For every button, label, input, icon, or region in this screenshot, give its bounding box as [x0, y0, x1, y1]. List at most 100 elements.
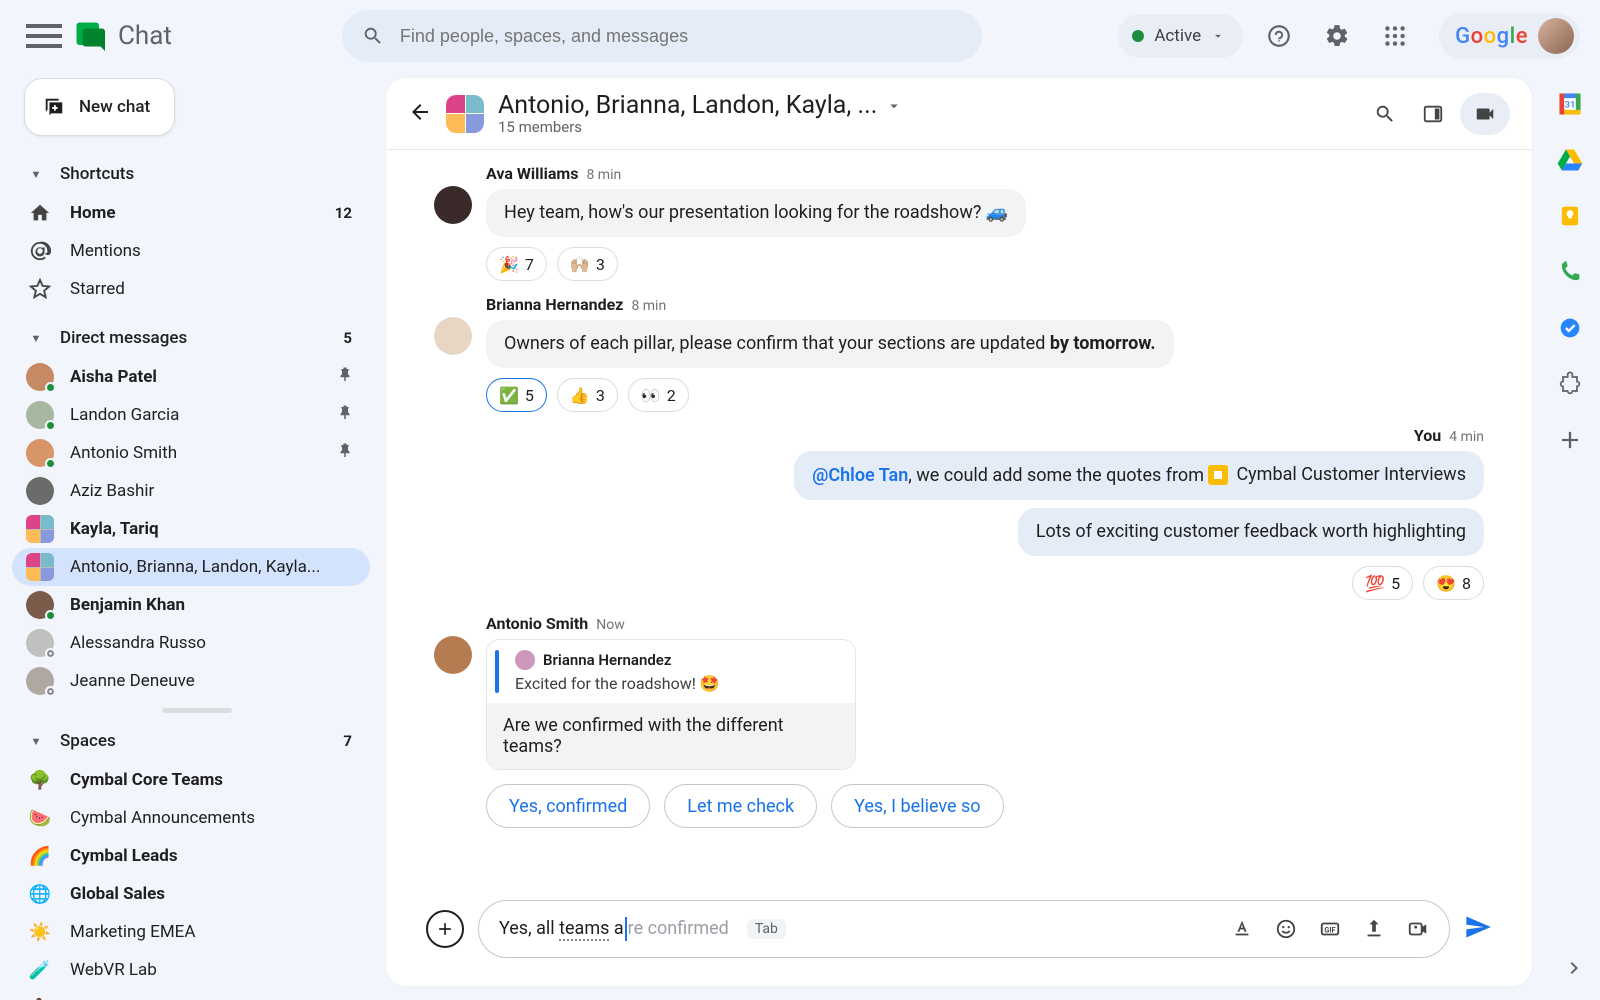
- resize-handle[interactable]: [162, 708, 232, 713]
- gear-icon: [1324, 23, 1350, 49]
- svg-text:GIF: GIF: [1324, 926, 1335, 935]
- dm-item[interactable]: Landon Garcia: [12, 396, 370, 434]
- settings-button[interactable]: [1315, 14, 1359, 58]
- dm-item[interactable]: Benjamin Khan: [12, 586, 370, 624]
- compose-text: Yes, all teams are confirmed: [499, 917, 729, 941]
- avatar: [26, 515, 54, 543]
- dm-item[interactable]: Antonio Smith: [12, 434, 370, 472]
- get-addons[interactable]: [1556, 426, 1584, 454]
- reaction-count: 5: [1391, 574, 1400, 593]
- message-bubble: Owners of each pillar, please confirm th…: [486, 320, 1174, 368]
- addons-app[interactable]: [1556, 370, 1584, 398]
- reaction[interactable]: 💯5: [1352, 566, 1413, 600]
- message-sender: You4 min: [1414, 426, 1484, 445]
- dm-item[interactable]: Jeanne Deneuve: [12, 662, 370, 700]
- space-item[interactable]: ☀️ Marketing EMEA: [12, 913, 370, 951]
- space-label: Marketing EMEA: [70, 922, 358, 942]
- add-attachment-button[interactable]: [426, 910, 464, 948]
- reaction-emoji: 🎉: [499, 255, 519, 274]
- drive-app[interactable]: [1556, 146, 1584, 174]
- reaction-count: 5: [525, 386, 534, 405]
- format-button[interactable]: [1225, 912, 1259, 946]
- app-logo: Chat: [72, 18, 172, 54]
- tasks-app[interactable]: [1556, 314, 1584, 342]
- search-icon: [1374, 103, 1396, 125]
- emoji-button[interactable]: [1269, 912, 1303, 946]
- file-chip[interactable]: Cymbal Customer Interviews: [1208, 462, 1466, 488]
- space-item[interactable]: 🌳Cymbal Core Teams: [12, 761, 370, 799]
- section-shortcuts[interactable]: ▼ Shortcuts: [12, 154, 370, 194]
- section-dms[interactable]: ▼ Direct messages 5: [12, 318, 370, 358]
- avatar: [434, 186, 472, 224]
- reaction[interactable]: ✅5: [486, 378, 547, 412]
- dm-label: Aisha Patel: [70, 367, 336, 387]
- reaction-count: 7: [525, 255, 534, 274]
- reaction[interactable]: 😍8: [1423, 566, 1484, 600]
- help-button[interactable]: [1257, 14, 1301, 58]
- apps-grid-icon: [1382, 23, 1408, 49]
- mention[interactable]: @Chloe Tan: [812, 465, 908, 486]
- reaction[interactable]: 🙌🏼3: [557, 247, 618, 281]
- space-emoji: 🧪: [26, 960, 54, 981]
- back-button[interactable]: [408, 100, 432, 128]
- space-item[interactable]: 🌈Cymbal Leads: [12, 837, 370, 875]
- new-chat-button[interactable]: New chat: [24, 78, 175, 136]
- reaction-count: 3: [596, 255, 605, 274]
- account-badge[interactable]: Google: [1439, 13, 1580, 59]
- reaction[interactable]: 👀2: [628, 378, 689, 412]
- send-button[interactable]: [1464, 913, 1492, 945]
- video-icon: [1474, 103, 1496, 125]
- avatar: [26, 667, 54, 695]
- space-item[interactable]: 🏃Offsite event planning: [12, 989, 370, 1000]
- search-input[interactable]: [400, 26, 962, 47]
- search-in-conversation-button[interactable]: [1364, 93, 1406, 135]
- status-label: Active: [1154, 26, 1201, 46]
- video-plus-icon: [1407, 918, 1429, 940]
- status-selector[interactable]: Active: [1118, 14, 1243, 58]
- space-emoji: ☀️: [26, 922, 54, 943]
- collapse-rail-button[interactable]: [1562, 956, 1586, 984]
- reaction[interactable]: 👍3: [557, 378, 618, 412]
- space-item[interactable]: 🍉Cymbal Announcements: [12, 799, 370, 837]
- avatar: [26, 591, 54, 619]
- reaction[interactable]: 🎉7: [486, 247, 547, 281]
- keep-app[interactable]: [1556, 202, 1584, 230]
- conversation-title[interactable]: Antonio, Brianna, Landon, Kayla, ...: [498, 91, 903, 120]
- dm-item[interactable]: Aziz Bashir: [12, 472, 370, 510]
- calendar-app[interactable]: 31: [1556, 90, 1584, 118]
- nav-home[interactable]: Home 12: [12, 194, 370, 232]
- format-icon: [1231, 918, 1253, 940]
- gif-button[interactable]: GIF: [1313, 912, 1347, 946]
- avatar: [434, 317, 472, 355]
- sidebar: New chat ▼ Shortcuts Home 12 Mentions St…: [12, 78, 370, 1000]
- upload-button[interactable]: [1357, 912, 1391, 946]
- calendar-icon: 31: [1556, 90, 1584, 118]
- space-label: Cymbal Announcements: [70, 808, 358, 828]
- dm-label: Landon Garcia: [70, 405, 336, 425]
- avatar: [26, 401, 54, 429]
- start-meeting-button[interactable]: [1460, 93, 1510, 135]
- space-item[interactable]: 🧪WebVR Lab: [12, 951, 370, 989]
- nav-starred[interactable]: Starred: [12, 270, 370, 308]
- space-emoji: 🌐: [26, 884, 54, 905]
- smart-reply[interactable]: Yes, I believe so: [831, 784, 1003, 828]
- voice-app[interactable]: [1556, 258, 1584, 286]
- space-item[interactable]: 🌐Global Sales: [12, 875, 370, 913]
- dm-item[interactable]: Antonio, Brianna, Landon, Kayla...: [12, 548, 370, 586]
- space-emoji: 🌳: [26, 770, 54, 791]
- message: Antonio SmithNow Brianna Hernandez Excit…: [434, 614, 1484, 770]
- smart-reply[interactable]: Yes, confirmed: [486, 784, 650, 828]
- main-menu-button[interactable]: [20, 12, 68, 60]
- search-bar[interactable]: [342, 10, 982, 62]
- dm-item[interactable]: Alessandra Russo: [12, 624, 370, 662]
- nav-mentions[interactable]: Mentions: [12, 232, 370, 270]
- dm-item[interactable]: Kayla, Tariq: [12, 510, 370, 548]
- compose-input[interactable]: Yes, all teams are confirmed Tab GIF: [478, 900, 1450, 958]
- section-spaces[interactable]: ▼ Spaces 7: [12, 721, 370, 761]
- avatar: [26, 363, 54, 391]
- toggle-side-panel-button[interactable]: [1412, 93, 1454, 135]
- video-message-button[interactable]: [1401, 912, 1435, 946]
- apps-button[interactable]: [1373, 14, 1417, 58]
- dm-item[interactable]: Aisha Patel: [12, 358, 370, 396]
- smart-reply[interactable]: Let me check: [664, 784, 817, 828]
